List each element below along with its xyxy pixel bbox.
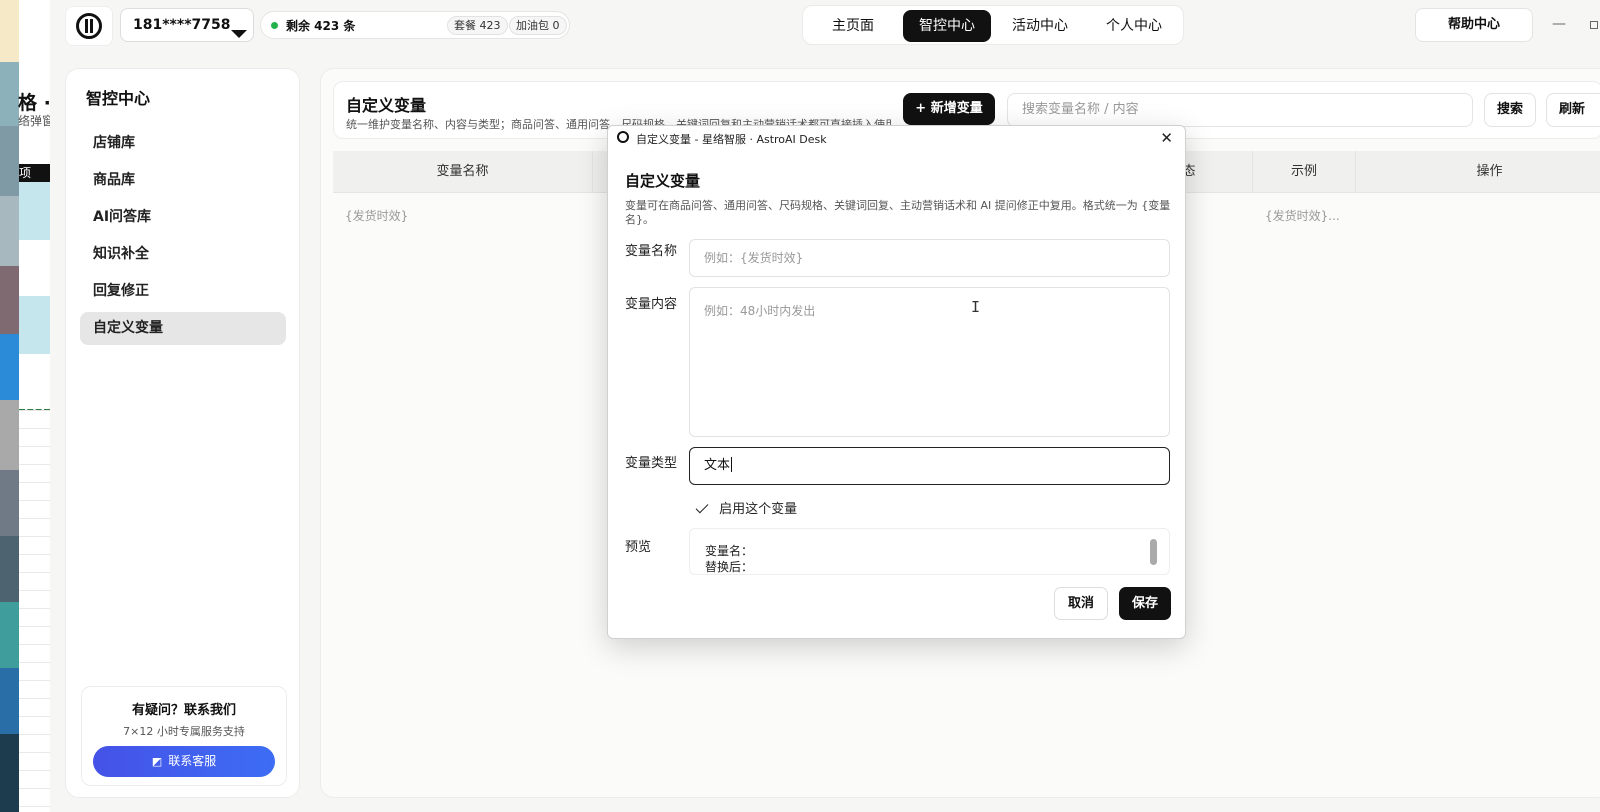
app-window: 181****7758 剩余 423 条 套餐 423 加油包 0 主页面 智控… <box>50 0 1600 812</box>
account-selector[interactable]: 181****7758 <box>120 8 254 42</box>
save-button[interactable]: 保存 <box>1119 587 1171 620</box>
top-nav: 主页面 智控中心 活动中心 个人中心 <box>802 5 1184 45</box>
color-bar <box>0 668 19 734</box>
color-bar <box>0 334 19 400</box>
background-tag-fragment: 项 <box>19 164 50 182</box>
color-bar <box>0 126 19 196</box>
sidebar-item-ai-qa-library[interactable]: AI问答库 <box>80 201 286 234</box>
column-header: 操作 <box>1476 164 1503 179</box>
dialog-heading: 自定义变量 <box>625 172 701 190</box>
text-cursor-icon: I <box>971 298 981 316</box>
sidebar-item-product-library[interactable]: 商品库 <box>80 164 286 197</box>
variable-content-label: 变量内容 <box>625 297 678 312</box>
maximize-icon[interactable] <box>1590 21 1598 29</box>
sidebar-item-knowledge-completion[interactable]: 知识补全 <box>80 238 286 271</box>
sidebar-title: 智控中心 <box>86 89 151 108</box>
dialog-window-title: 自定义变量 - 星络智服 · AstroAI Desk <box>636 133 827 146</box>
variable-type-value: 文本 <box>704 458 731 473</box>
logo-icon <box>76 13 102 39</box>
nav-control-center[interactable]: 智控中心 <box>903 10 991 42</box>
preview-label: 预览 <box>625 540 652 555</box>
preview-line: 替换后： <box>705 560 754 574</box>
custom-variable-dialog: 自定义变量 - 星络智服 · AstroAI Desk ✕ 自定义变量 变量可在… <box>607 125 1186 639</box>
contact-support-button[interactable]: ◩ 联系客服 <box>93 746 275 777</box>
sidebar-item-store-library[interactable]: 店铺库 <box>80 127 286 160</box>
variable-type-input[interactable]: 文本 <box>689 447 1170 485</box>
support-subtitle: 7×12 小时专属服务支持 <box>123 725 245 738</box>
support-card: 有疑问？联系我们 7×12 小时专属服务支持 ◩ 联系客服 <box>81 686 287 786</box>
color-bar <box>0 470 19 536</box>
color-bar <box>0 196 19 266</box>
variable-type-label: 变量类型 <box>625 456 678 471</box>
chevron-down-icon <box>231 30 247 38</box>
color-bar <box>0 602 19 668</box>
background-grid-lines <box>19 410 50 810</box>
cell-name: {发货时效} <box>345 209 409 223</box>
minimize-icon[interactable]: — <box>1552 16 1566 32</box>
text-caret <box>731 457 733 472</box>
nav-personal-center[interactable]: 个人中心 <box>1089 10 1179 42</box>
cell-example: {发货时效}... <box>1265 209 1340 223</box>
variable-name-input[interactable]: 例如：{发货时效} <box>689 239 1170 277</box>
nav-home[interactable]: 主页面 <box>807 10 899 42</box>
color-bar <box>0 734 19 812</box>
account-number: 181****7758 <box>133 17 231 33</box>
enable-variable-checkbox[interactable]: 启用这个变量 <box>695 498 798 517</box>
status-dot-icon <box>271 21 278 29</box>
enable-variable-label: 启用这个变量 <box>719 502 798 517</box>
headset-icon: ◩ <box>151 755 163 768</box>
help-center-button[interactable]: 帮助中心 <box>1415 8 1533 42</box>
package-chip: 套餐 423 <box>447 16 508 35</box>
cancel-button[interactable]: 取消 <box>1054 587 1108 620</box>
search-input[interactable]: 搜索变量名称 / 内容 <box>1007 93 1473 127</box>
background-subtitle-fragment: 络弹窗 <box>18 114 50 128</box>
color-bar <box>0 0 19 62</box>
background-highlight <box>19 296 50 354</box>
nav-activity-center[interactable]: 活动中心 <box>995 10 1085 42</box>
color-bar <box>0 62 19 126</box>
preview-scrollbar[interactable] <box>1150 539 1157 565</box>
background-highlight <box>19 182 50 240</box>
variable-name-label: 变量名称 <box>625 244 678 259</box>
color-bar <box>0 266 19 334</box>
column-header: 示例 <box>1253 151 1356 193</box>
sidebar: 智控中心 店铺库 商品库 AI问答库 知识补全 回复修正 自定义变量 有疑问？联… <box>65 68 300 798</box>
quota-remaining: 剩余 423 条 <box>286 18 356 33</box>
background-window-strip: 格 · 络弹窗 项 <box>0 0 50 812</box>
preview-line: 变量名： <box>705 544 754 558</box>
background-title-fragment: 格 · <box>18 92 50 114</box>
check-icon <box>695 500 709 514</box>
variable-content-textarea[interactable]: 例如：48小时内发出 <box>689 287 1170 437</box>
column-header: 变量名称 <box>333 151 593 193</box>
preview-box[interactable]: 变量名： 替换后： <box>689 528 1170 575</box>
sidebar-item-custom-variables[interactable]: 自定义变量 <box>80 312 286 345</box>
search-button[interactable]: 搜索 <box>1484 93 1536 127</box>
app-logo[interactable] <box>65 6 113 46</box>
color-bar <box>0 536 19 602</box>
refresh-button[interactable]: 刷新 <box>1546 93 1600 127</box>
quota-status: 剩余 423 条 套餐 423 加油包 0 <box>260 11 570 39</box>
sidebar-item-reply-correction[interactable]: 回复修正 <box>80 275 286 308</box>
close-icon[interactable]: ✕ <box>1160 129 1173 147</box>
page-title: 自定义变量 <box>346 96 427 115</box>
contact-support-label: 联系客服 <box>168 754 217 768</box>
dialog-description: 变量可在商品问答、通用问答、尺码规格、关键词回复、主动营销话术和 AI 提问修正… <box>625 199 1171 226</box>
add-variable-button[interactable]: + 新增变量 <box>903 93 995 125</box>
color-bar <box>0 400 19 470</box>
support-title: 有疑问？联系我们 <box>131 703 236 718</box>
addon-chip: 加油包 0 <box>509 16 567 35</box>
